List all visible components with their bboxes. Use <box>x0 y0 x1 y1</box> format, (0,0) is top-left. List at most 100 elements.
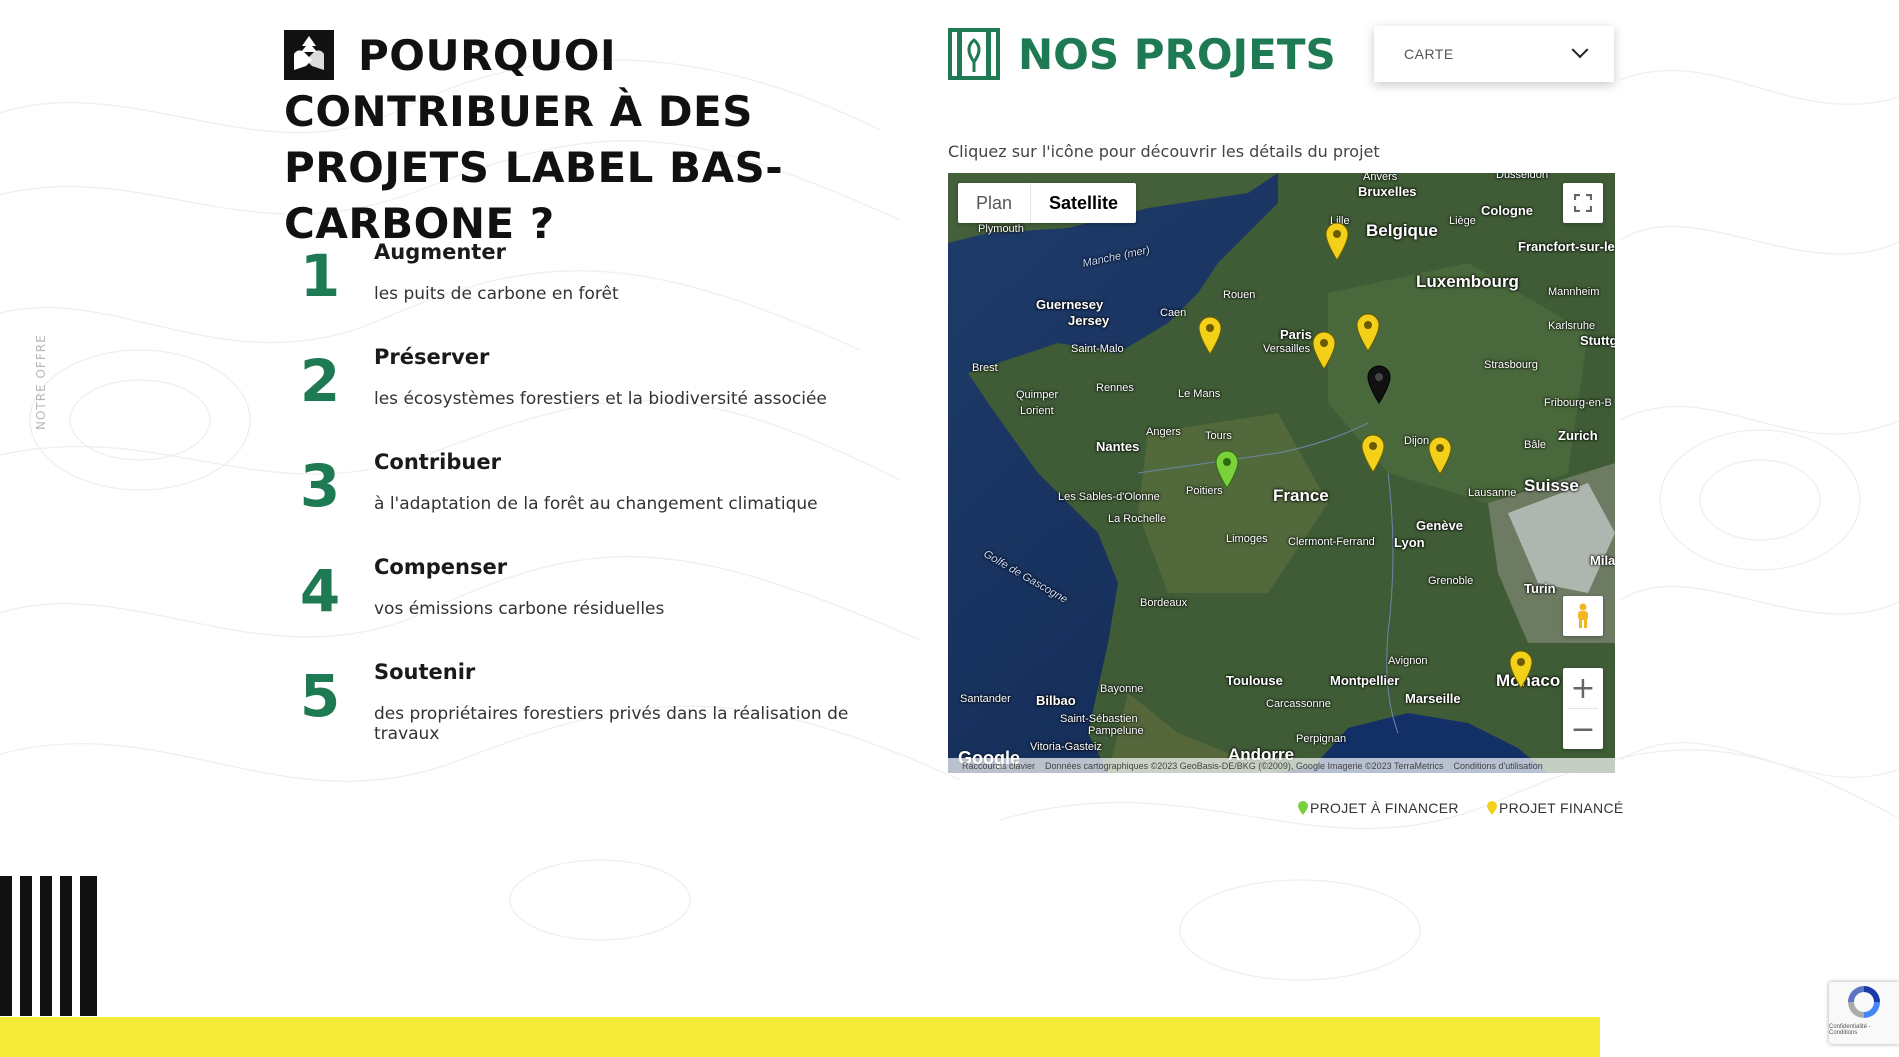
fullscreen-button[interactable] <box>1563 183 1603 223</box>
map-type-satellite-button[interactable]: Satellite <box>1030 183 1136 223</box>
map-label: Paris <box>1280 327 1312 342</box>
yellow-pin-icon <box>1487 801 1497 815</box>
map-label: Les Sables-d'Olonne <box>1058 491 1160 503</box>
map-label: Marseille <box>1405 691 1461 706</box>
reason-item: 3 Contribuer à l'adaptation de la forêt … <box>290 450 910 555</box>
map-label: Montpellier <box>1330 673 1400 688</box>
map-label: Genève <box>1416 518 1463 533</box>
project-pin-financed[interactable] <box>1324 221 1350 261</box>
reason-number: 2 <box>299 347 341 415</box>
map-type-plan-button[interactable]: Plan <box>958 183 1030 223</box>
map-label: Toulouse <box>1226 673 1283 688</box>
map-label: Zurich <box>1558 428 1598 443</box>
project-pin-selected[interactable] <box>1366 364 1392 404</box>
map-label: Nantes <box>1096 439 1140 454</box>
project-pin-financed[interactable] <box>1360 433 1386 473</box>
map-label: Liège <box>1449 215 1476 227</box>
fullscreen-icon <box>1574 194 1592 212</box>
map-label: Clermont-Ferrand <box>1288 536 1375 548</box>
projects-title: NOS PROJETS <box>1018 30 1336 79</box>
street-view-button[interactable] <box>1563 596 1603 636</box>
map-label: Lorient <box>1020 405 1054 417</box>
map-label: Le Mans <box>1178 388 1221 400</box>
legend-financed-label: PROJET FINANCÉ <box>1499 800 1624 816</box>
map-label: Bruxelles <box>1358 184 1417 199</box>
reason-number: 4 <box>299 557 341 625</box>
footer-yellow-band <box>0 1017 1600 1057</box>
reason-title: Contribuer <box>374 450 501 474</box>
zoom-out-button[interactable]: − <box>1563 709 1603 749</box>
recaptcha-icon <box>1848 986 1880 1018</box>
map-label: Limoges <box>1226 533 1268 545</box>
reason-description: des propriétaires forestiers privés dans… <box>374 704 849 744</box>
barcode-decoration <box>0 876 97 1016</box>
project-pin-financed[interactable] <box>1427 435 1453 475</box>
reason-title: Soutenir <box>374 660 476 684</box>
view-select-dropdown[interactable]: CARTE <box>1374 26 1614 82</box>
project-pin-financed[interactable] <box>1311 330 1337 370</box>
reason-description: à l'adaptation de la forêt au changement… <box>374 494 818 514</box>
reason-description: vos émissions carbone résiduelles <box>374 599 665 619</box>
map-label: Angers <box>1146 426 1181 438</box>
map-label: Vitoria-Gasteiz <box>1030 741 1102 753</box>
project-pin-financed[interactable] <box>1508 649 1534 689</box>
reason-item: 2 Préserver les écosystèmes forestiers e… <box>290 345 910 450</box>
map-label: Guernesey <box>1036 297 1104 312</box>
map-label: Luxembourg <box>1416 272 1519 291</box>
legend-financed: PROJET FINANCÉ <box>1487 800 1624 816</box>
map-label: Pampelune <box>1088 725 1144 737</box>
map-label: Strasbourg <box>1484 359 1538 371</box>
map-label: Fribourg-en-B <box>1544 397 1612 409</box>
terms-link[interactable]: Conditions d'utilisation <box>1453 761 1542 771</box>
projects-map[interactable]: Anvers Dusseldorf Bruxelles Cologne Lill… <box>948 173 1615 773</box>
reason-title: Compenser <box>374 555 508 579</box>
label-leaf-icon <box>948 28 1000 80</box>
map-label: Quimper <box>1016 389 1059 401</box>
map-label: Versailles <box>1263 343 1311 355</box>
map-label: Mannheim <box>1548 286 1600 298</box>
map-type-control: Plan Satellite <box>958 183 1137 223</box>
map-label: Bâle <box>1524 439 1547 451</box>
reason-item: 1 Augmenter les puits de carbone en forê… <box>290 240 910 345</box>
project-pin-financed[interactable] <box>1197 315 1223 355</box>
pegman-icon <box>1578 603 1588 628</box>
map-label: Belgique <box>1366 221 1438 240</box>
map-label: Bayonne <box>1100 683 1144 695</box>
view-select-value: CARTE <box>1404 46 1454 62</box>
reason-number: 5 <box>299 662 341 730</box>
map-label: Jersey <box>1068 313 1110 328</box>
map-label: Saint-Malo <box>1071 343 1124 355</box>
map-label: Rennes <box>1096 382 1134 394</box>
project-pin-to-finance[interactable] <box>1214 449 1240 489</box>
map-label: Karlsruhe <box>1548 320 1596 332</box>
reason-number: 1 <box>299 242 341 310</box>
keyboard-shortcuts-link[interactable]: Raccourcis clavier <box>962 761 1035 771</box>
map-hint-text: Cliquez sur l'icône pour découvrir les d… <box>948 142 1380 161</box>
map-data-credits: Données cartographiques ©2023 GeoBasis-D… <box>1045 760 1444 771</box>
green-pin-icon <box>1298 801 1308 815</box>
reason-item: 5 Soutenir des propriétaires forestiers … <box>290 660 910 765</box>
why-contribute-title: POURQUOI CONTRIBUER À DES PROJETS LABEL … <box>284 31 784 248</box>
map-label: Brest <box>972 362 998 374</box>
map-label: Dusseldorf <box>1496 173 1549 181</box>
map-label: Plymouth <box>978 223 1024 235</box>
map-label: Bordeaux <box>1140 597 1188 609</box>
map-label: Carcassonne <box>1266 698 1331 710</box>
map-label: Perpignan <box>1296 733 1347 745</box>
zoom-control: + − <box>1563 668 1603 749</box>
map-label: Bilbao <box>1036 693 1076 708</box>
project-pin-financed[interactable] <box>1355 312 1381 352</box>
legend-to-finance: PROJET À FINANCER <box>1298 800 1459 816</box>
map-label: La Rochelle <box>1108 513 1167 525</box>
map-attribution: Raccourcis clavier Données cartographiqu… <box>948 758 1615 773</box>
reason-title: Préserver <box>374 345 490 369</box>
map-label: Lausanne <box>1468 487 1517 499</box>
recaptcha-badge[interactable]: Confidentialité - Conditions <box>1829 982 1899 1044</box>
legend-to-finance-label: PROJET À FINANCER <box>1310 800 1459 816</box>
map-label: Stuttg <box>1580 333 1615 348</box>
map-label: Rouen <box>1223 289 1256 301</box>
zoom-in-button[interactable]: + <box>1563 668 1603 708</box>
map-label: Lyon <box>1394 535 1425 550</box>
map-label: Saint-Sébastien <box>1060 713 1138 725</box>
map-label: Avignon <box>1388 655 1428 667</box>
